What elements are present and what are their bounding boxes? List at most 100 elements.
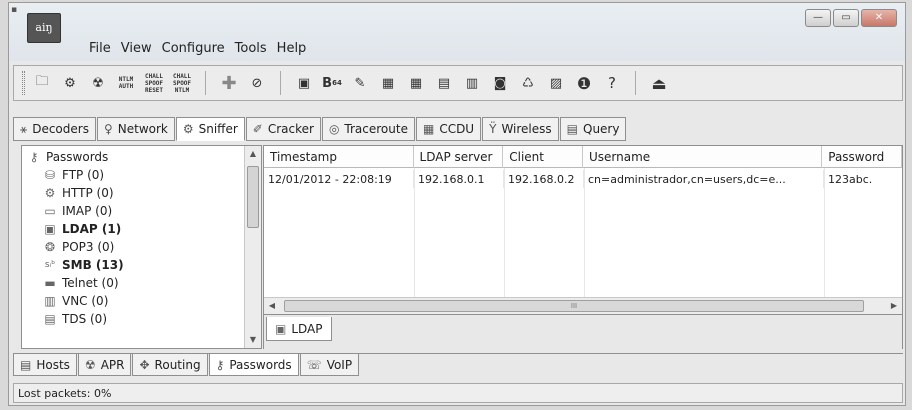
chall-spoof-reset-icon[interactable]: CHALL SPOOF RESET: [143, 72, 165, 94]
help-icon[interactable]: ?: [601, 72, 623, 94]
start-sniffer-icon[interactable]: ⚙: [59, 72, 81, 94]
add-icon[interactable]: ✚: [218, 72, 240, 94]
monitor-icon[interactable]: ◙: [489, 72, 511, 94]
pop3-icon: ❂: [44, 240, 56, 254]
users-icon[interactable]: ♺: [517, 72, 539, 94]
toolbar-separator: [280, 71, 281, 95]
tab-traceroute[interactable]: ◎ Traceroute: [321, 117, 415, 141]
menu-view[interactable]: View: [121, 41, 152, 56]
scroll-thumb[interactable]: III: [284, 300, 864, 312]
apr-icon[interactable]: ☢: [87, 72, 109, 94]
hosts-icon: ▤: [20, 357, 32, 372]
tab-label: Cracker: [267, 122, 314, 136]
tab-ccdu[interactable]: ▦ CCDU: [415, 117, 482, 141]
column-username[interactable]: Username: [583, 146, 823, 168]
tree-label: VNC (0): [62, 294, 109, 308]
title-bar: ▪ aiŋ File View Configure Tools Help — ▭…: [9, 3, 905, 61]
scroll-down-icon[interactable]: ▼: [245, 332, 261, 348]
tree-item-http[interactable]: ⚙ HTTP (0): [42, 184, 114, 202]
column-ldap-server[interactable]: LDAP server: [414, 146, 504, 168]
close-button[interactable]: ✕: [861, 9, 897, 27]
tree-root-passwords[interactable]: ⚷ Passwords: [26, 148, 109, 166]
exit-icon[interactable]: ⏏: [648, 72, 670, 94]
scroll-thumb[interactable]: [247, 166, 259, 228]
cisco-type7-icon[interactable]: ▦: [377, 72, 399, 94]
vnc-decoder-icon[interactable]: ▦: [405, 72, 427, 94]
cain-window: ▪ aiŋ File View Configure Tools Help — ▭…: [8, 2, 906, 406]
tab-apr[interactable]: ☢ APR: [77, 354, 132, 376]
ldap-icon: ▣: [275, 321, 287, 336]
minimize-button[interactable]: —: [805, 9, 831, 27]
tab-cracker[interactable]: ✐ Cracker: [245, 117, 321, 141]
tab-label: Passwords: [229, 357, 292, 372]
tree-item-smb[interactable]: sᵢᵇ SMB (13): [42, 256, 124, 274]
main-tabs: ⚹ Decoders ♀ Network ⚙ Sniffer ✐ Cracker ◎ Tr…: [13, 117, 903, 141]
base64-icon[interactable]: B 64: [321, 72, 343, 94]
info-icon[interactable]: ❶: [573, 72, 595, 94]
tree-label: TDS (0): [62, 312, 107, 326]
passwords-icon: ⚷: [29, 150, 39, 164]
tree-item-imap[interactable]: ▭ IMAP (0): [42, 202, 112, 220]
open-folder-icon[interactable]: 🗀: [31, 72, 53, 94]
ntlm-auth-icon[interactable]: NTLM AUTH: [115, 72, 137, 94]
lost-packets-status: Lost packets: 0%: [18, 386, 112, 400]
remove-icon[interactable]: ⊘: [246, 72, 268, 94]
imap-icon: ▭: [44, 204, 56, 218]
scroll-right-icon[interactable]: ▶: [886, 298, 902, 314]
tab-decoders[interactable]: ⚹ Decoders: [13, 117, 96, 141]
network-scan-icon[interactable]: ▥: [461, 72, 483, 94]
scroll-left-icon[interactable]: ◀: [264, 298, 280, 314]
query-icon: ▤: [566, 122, 578, 136]
tab-label: Decoders: [32, 122, 89, 136]
hash-calculator-icon[interactable]: ✎: [349, 72, 371, 94]
menu-configure[interactable]: Configure: [162, 41, 225, 56]
column-client[interactable]: Client: [503, 146, 584, 168]
column-divider: [504, 168, 505, 314]
menu-file[interactable]: File: [89, 41, 111, 56]
toolbar-grip[interactable]: [22, 71, 25, 95]
rdp-icon[interactable]: ▤: [433, 72, 455, 94]
tab-routing[interactable]: ✥ Routing: [132, 354, 208, 376]
table-horizontal-scrollbar[interactable]: ◀ III ▶: [264, 297, 902, 314]
tree-item-ftp[interactable]: ⛁ FTP (0): [42, 166, 104, 184]
cracker-icon: ✐: [252, 122, 263, 136]
tree-label: HTTP (0): [62, 186, 114, 200]
column-timestamp[interactable]: Timestamp: [264, 146, 414, 168]
wireless-icon: Ÿ: [489, 122, 497, 136]
tree-label: LDAP (1): [62, 222, 122, 236]
table-row[interactable]: 12/01/2012 - 22:08:19 192.168.0.1 192.16…: [264, 170, 902, 188]
tab-passwords[interactable]: ⚷ Passwords: [208, 354, 299, 376]
tab-wireless[interactable]: Ÿ Wireless: [482, 117, 559, 141]
menu-tools[interactable]: Tools: [235, 41, 267, 56]
tab-sniffer[interactable]: ⚙ Sniffer: [175, 117, 245, 141]
column-password[interactable]: Password: [822, 146, 902, 168]
tab-label: CCDU: [439, 122, 475, 136]
tree-label: SMB (13): [62, 258, 124, 272]
tree-vertical-scrollbar[interactable]: ▲ ▼: [244, 146, 261, 348]
tree-item-pop3[interactable]: ❂ POP3 (0): [42, 238, 114, 256]
sniffer-tabs: ▤ Hosts ☢ APR ✥ Routing ⚷ Passwords ☏ VoIP: [13, 353, 903, 377]
scroll-up-icon[interactable]: ▲: [245, 146, 261, 162]
maximize-button[interactable]: ▭: [833, 9, 859, 27]
chall-spoof-ntlm-icon[interactable]: CHALL SPOOF NTLM: [171, 72, 193, 94]
tab-hosts[interactable]: ▤ Hosts: [13, 354, 77, 376]
tree-item-tds[interactable]: ▤ TDS (0): [42, 310, 107, 328]
subtab-ldap[interactable]: ▣ LDAP: [266, 317, 332, 341]
tree-label: Passwords: [46, 150, 109, 164]
tree-label: Telnet (0): [62, 276, 119, 290]
tree-item-telnet[interactable]: ▬ Telnet (0): [42, 274, 119, 292]
toolbar: 🗀 ⚙ ☢ NTLM AUTH CHALL SPOOF RESET CHALL …: [13, 65, 903, 101]
decoder-icon[interactable]: ▣: [293, 72, 315, 94]
menu-help[interactable]: Help: [277, 41, 307, 56]
voip-icon: ☏: [306, 357, 322, 372]
ccdu-icon: ▦: [422, 122, 435, 136]
tab-query[interactable]: ▤ Query: [559, 117, 627, 141]
tree-item-ldap[interactable]: ▣ LDAP (1): [42, 220, 121, 238]
certificate-icon[interactable]: ▨: [545, 72, 567, 94]
system-menu-icon[interactable]: ▪: [11, 5, 17, 15]
tab-voip[interactable]: ☏ VoIP: [299, 354, 360, 376]
tab-network[interactable]: ♀ Network: [96, 117, 175, 141]
telnet-icon: ▬: [44, 276, 56, 290]
status-bar: Lost packets: 0%: [13, 383, 903, 403]
tree-item-vnc[interactable]: ▥ VNC (0): [42, 292, 108, 310]
